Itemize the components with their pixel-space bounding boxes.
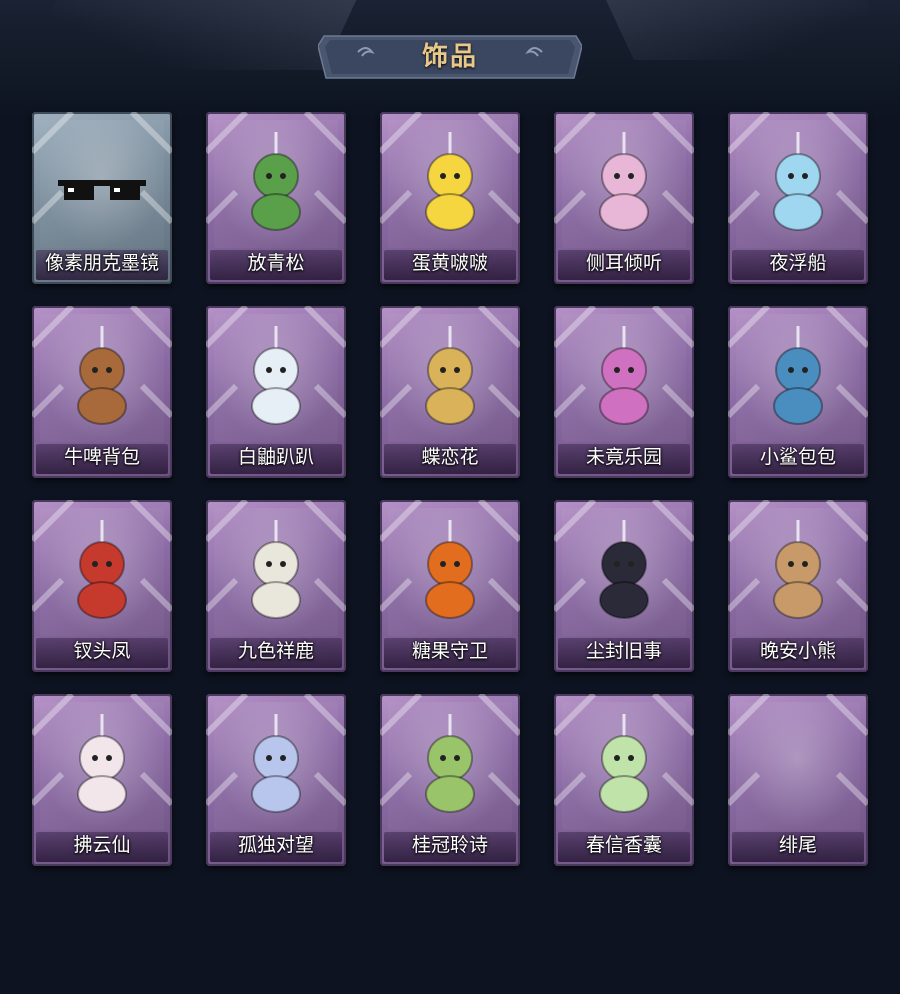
accessory-name: 晚安小熊 (759, 640, 836, 662)
accessory-name: 春信香囊 (585, 834, 662, 856)
flower-wreath-icon (599, 132, 649, 231)
accessory-card[interactable]: 牛啤背包 (32, 306, 172, 478)
accessory-name: 夜浮船 (769, 252, 827, 274)
cow-beer-mug-icon (77, 326, 127, 425)
accessory-card[interactable]: 拂云仙 (32, 694, 172, 866)
gentleman-doll-icon (599, 520, 649, 619)
phoenix-crown-doll-icon (77, 520, 127, 619)
accessory-name: 尘封旧事 (585, 640, 662, 662)
accessory-name: 牛啤背包 (63, 446, 140, 468)
egg-chick-icon (425, 132, 475, 231)
accessory-card[interactable]: 九色祥鹿 (206, 500, 346, 672)
accessory-name: 桂冠聆诗 (411, 834, 488, 856)
accessory-card[interactable]: 绯尾 (728, 694, 868, 866)
moon-doll-icon (251, 714, 301, 813)
accessory-card[interactable]: 蛋黄啵啵 (380, 112, 520, 284)
accessory-card[interactable]: 小鲨包包 (728, 306, 868, 478)
white-weasel-icon (251, 326, 301, 425)
accessory-card[interactable]: 蝶恋花 (380, 306, 520, 478)
accessory-name: 放青松 (247, 252, 305, 274)
laurel-poet-doll-icon (425, 714, 475, 813)
butterfly-bell-icon (425, 326, 475, 425)
accessory-card[interactable]: 未竟乐园 (554, 306, 694, 478)
accessory-card[interactable]: 夜浮船 (728, 112, 868, 284)
accessory-name: 蛋黄啵啵 (411, 252, 488, 274)
accessory-card[interactable]: 白鼬趴趴 (206, 306, 346, 478)
accessory-card[interactable]: 侧耳倾听 (554, 112, 694, 284)
accessory-name: 白鼬趴趴 (237, 446, 314, 468)
empty-charm-icon (748, 712, 848, 818)
page-title: 饰品 (421, 42, 478, 72)
accessory-card[interactable]: 像素朋克墨镜 (32, 112, 172, 284)
shark-bag-icon (773, 326, 823, 425)
jellyfish-icon (773, 132, 823, 231)
accessory-name: 拂云仙 (73, 834, 131, 856)
accessory-card[interactable]: 孤独对望 (206, 694, 346, 866)
accessory-name: 小鲨包包 (759, 446, 836, 468)
accessory-card[interactable]: 春信香囊 (554, 694, 694, 866)
fox-fairy-doll-icon (77, 714, 127, 813)
accessory-name: 未竟乐园 (585, 446, 662, 468)
accessory-card[interactable]: 尘封旧事 (554, 500, 694, 672)
deer-charm-icon (251, 520, 301, 619)
jester-doll-icon (599, 326, 649, 425)
accessory-name: 孤独对望 (237, 834, 314, 856)
teddy-bear-icon (773, 520, 823, 619)
accessory-card[interactable]: 糖果守卫 (380, 500, 520, 672)
jade-sachet-icon (599, 714, 649, 813)
accessory-name: 绯尾 (778, 834, 817, 856)
accessory-card[interactable]: 桂冠聆诗 (380, 694, 520, 866)
accessory-name: 侧耳倾听 (585, 252, 662, 274)
pixel-sunglasses-icon (58, 180, 146, 200)
accessory-card[interactable]: 钗头凤 (32, 500, 172, 672)
accessory-name: 九色祥鹿 (237, 640, 314, 662)
accessory-name: 蝶恋花 (421, 446, 479, 468)
accessory-name: 糖果守卫 (411, 640, 488, 662)
pumpkin-scarecrow-icon (425, 520, 475, 619)
accessory-card[interactable]: 晚安小熊 (728, 500, 868, 672)
potted-pine-icon (251, 132, 301, 231)
accessory-card[interactable]: 放青松 (206, 112, 346, 284)
title-banner: 饰品 (318, 34, 582, 80)
accessory-name: 钗头凤 (73, 640, 131, 662)
accessory-name: 像素朋克墨镜 (44, 252, 159, 274)
